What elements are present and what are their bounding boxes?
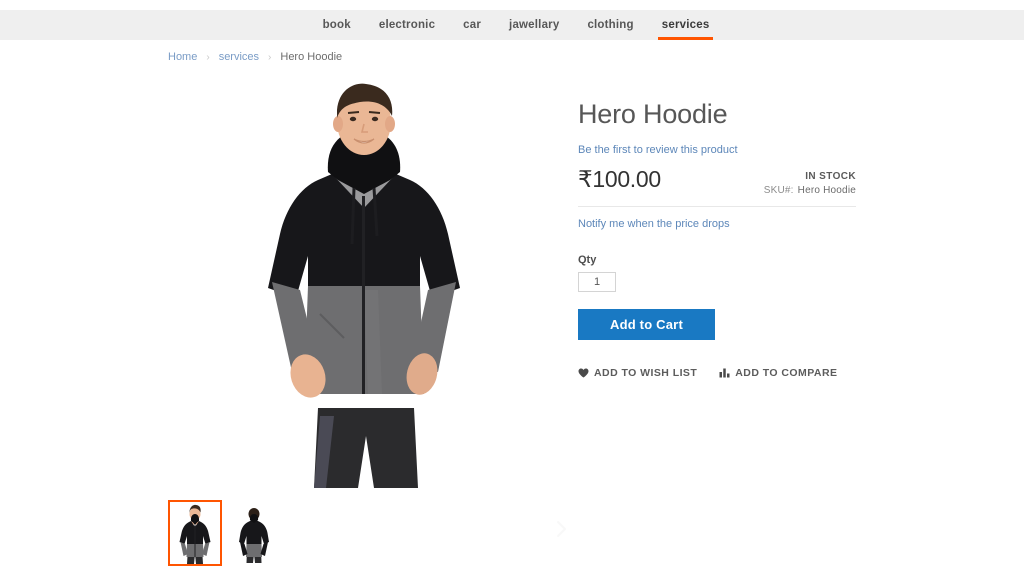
heart-icon bbox=[578, 368, 589, 378]
breadcrumb-separator-icon: › bbox=[268, 51, 272, 63]
nav-items-container: book electronic car jawellary clothing s… bbox=[309, 10, 724, 40]
nav-item-electronic[interactable]: electronic bbox=[365, 10, 449, 40]
thumbnail-back[interactable] bbox=[228, 500, 282, 566]
nav-item-label: book bbox=[322, 19, 351, 31]
breadcrumb-separator-icon: › bbox=[206, 51, 210, 63]
product-main-image[interactable] bbox=[168, 76, 560, 488]
breadcrumb: Home › services › Hero Hoodie bbox=[168, 51, 342, 63]
quantity-input[interactable] bbox=[578, 271, 616, 292]
add-to-compare-link[interactable]: ADD TO COMPARE bbox=[719, 367, 837, 379]
qty-label: Qty bbox=[578, 253, 597, 266]
breadcrumb-home-link[interactable]: Home bbox=[168, 51, 197, 63]
nav-item-book[interactable]: book bbox=[309, 10, 365, 40]
bar-chart-icon bbox=[719, 368, 730, 378]
add-to-wishlist-link[interactable]: ADD TO WISH LIST bbox=[578, 367, 697, 379]
nav-item-services[interactable]: services bbox=[648, 10, 724, 40]
top-spacer bbox=[0, 0, 1024, 10]
add-to-wishlist-label: ADD TO WISH LIST bbox=[594, 366, 698, 379]
breadcrumb-current-page: Hero Hoodie bbox=[280, 51, 343, 63]
page-title: Hero Hoodie bbox=[578, 99, 728, 129]
thumbnail-list bbox=[168, 500, 282, 566]
sku-value: Hero Hoodie bbox=[797, 184, 856, 196]
divider bbox=[578, 205, 856, 207]
product-sku: SKU#: Hero Hoodie bbox=[764, 185, 856, 196]
chevron-right-icon[interactable] bbox=[550, 518, 572, 540]
notify-price-drop-link[interactable]: Notify me when the price drops bbox=[578, 218, 730, 230]
product-info: Hero Hoodie Be the first to review this … bbox=[578, 99, 856, 379]
sku-label: SKU#: bbox=[763, 184, 794, 196]
status-badge: IN STOCK bbox=[805, 170, 856, 182]
breadcrumb-category-link[interactable]: services bbox=[219, 51, 259, 63]
thumbnail-front[interactable] bbox=[168, 500, 222, 566]
nav-item-label: car bbox=[463, 19, 482, 31]
nav-item-label: clothing bbox=[587, 19, 634, 31]
add-to-compare-label: ADD TO COMPARE bbox=[735, 366, 838, 379]
price-and-stock-row: ₹100.00 IN STOCK SKU#: Hero Hoodie bbox=[578, 162, 856, 196]
nav-item-label: jawellary bbox=[509, 19, 560, 31]
nav-item-clothing[interactable]: clothing bbox=[573, 10, 647, 40]
product-price: ₹100.00 bbox=[578, 165, 661, 192]
nav-item-label: services bbox=[661, 19, 710, 31]
stock-block: IN STOCK SKU#: Hero Hoodie bbox=[764, 168, 856, 196]
main-navigation: book electronic car jawellary clothing s… bbox=[0, 10, 1024, 40]
product-actions: ADD TO WISH LIST ADD TO COMPARE bbox=[578, 367, 856, 379]
product-gallery bbox=[168, 76, 566, 566]
add-to-cart-button[interactable]: Add to Cart bbox=[578, 308, 715, 340]
nav-item-label: electronic bbox=[378, 19, 436, 31]
nav-item-jawellary[interactable]: jawellary bbox=[495, 10, 573, 40]
review-link[interactable]: Be the first to review this product bbox=[578, 144, 738, 156]
nav-item-car[interactable]: car bbox=[449, 10, 495, 40]
